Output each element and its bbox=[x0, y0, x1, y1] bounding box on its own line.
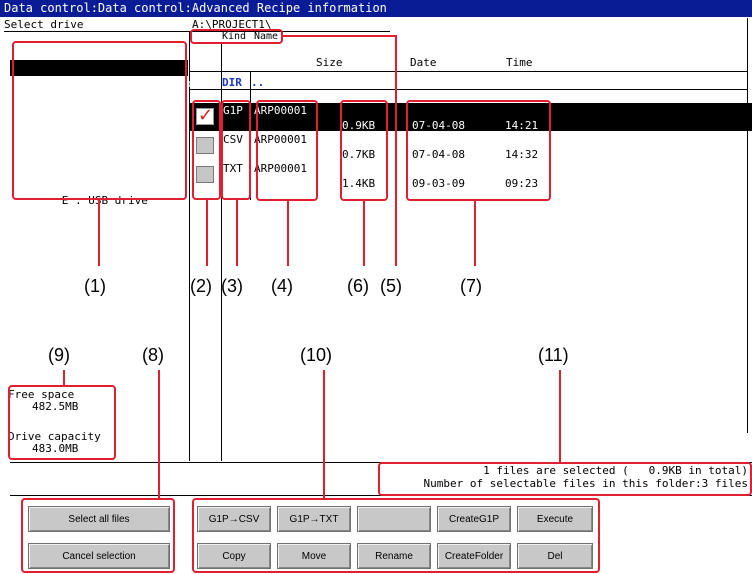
annotation-status bbox=[378, 462, 752, 496]
leader-line-1 bbox=[98, 200, 100, 266]
annotation-datetime bbox=[406, 100, 551, 201]
callout-2: (2) bbox=[190, 276, 212, 296]
leader-line-9 bbox=[63, 370, 65, 385]
leader-line-4 bbox=[287, 200, 289, 266]
annotation-drive-list bbox=[12, 41, 187, 200]
panel-divider bbox=[189, 31, 190, 461]
drive-panel-top bbox=[4, 31, 190, 32]
leader-line-8 bbox=[158, 370, 160, 498]
annotation-drive-space bbox=[8, 385, 116, 460]
leader-line-11 bbox=[559, 370, 561, 462]
leader-line-5-horizontal bbox=[283, 35, 397, 37]
leader-line-3 bbox=[236, 200, 238, 266]
callout-4: (4) bbox=[271, 276, 293, 296]
dir-row-divider bbox=[190, 89, 747, 90]
annotation-right-buttons bbox=[192, 498, 600, 573]
leader-line-5 bbox=[395, 35, 397, 266]
leader-line-10 bbox=[323, 370, 325, 498]
column-header-date: Date bbox=[410, 56, 437, 69]
select-drive-label: Select drive bbox=[4, 18, 84, 31]
leader-line-7 bbox=[474, 200, 476, 266]
callout-7: (7) bbox=[460, 276, 482, 296]
annotation-kind bbox=[221, 100, 251, 200]
column-header-time: Time bbox=[506, 56, 533, 69]
callout-9: (9) bbox=[48, 345, 70, 365]
kind-divider bbox=[250, 72, 251, 89]
callout-3: (3) bbox=[221, 276, 243, 296]
annotation-path bbox=[190, 29, 283, 44]
window-title: Data control:Data control:Advanced Recip… bbox=[0, 0, 752, 17]
callout-8: (8) bbox=[142, 345, 164, 365]
callout-11: (11) bbox=[538, 345, 569, 365]
annotation-left-buttons bbox=[21, 498, 175, 573]
callout-5: (5) bbox=[380, 276, 402, 296]
right-border bbox=[747, 18, 748, 433]
column-header-size: Size bbox=[316, 56, 343, 69]
callout-10: (10) bbox=[300, 345, 333, 365]
callout-6: (6) bbox=[347, 276, 369, 296]
header-divider bbox=[190, 71, 747, 72]
parent-dir-kind[interactable]: DIR bbox=[222, 76, 242, 89]
data-control-screen: Data control:Data control:Advanced Recip… bbox=[0, 0, 752, 574]
callout-1: (1) bbox=[84, 276, 106, 296]
annotation-size bbox=[340, 100, 388, 201]
parent-dir-name[interactable]: .. bbox=[251, 76, 264, 89]
leader-line-6 bbox=[363, 200, 365, 266]
annotation-name bbox=[256, 100, 318, 201]
annotation-checkboxes bbox=[192, 100, 221, 200]
leader-line-2 bbox=[206, 200, 208, 266]
